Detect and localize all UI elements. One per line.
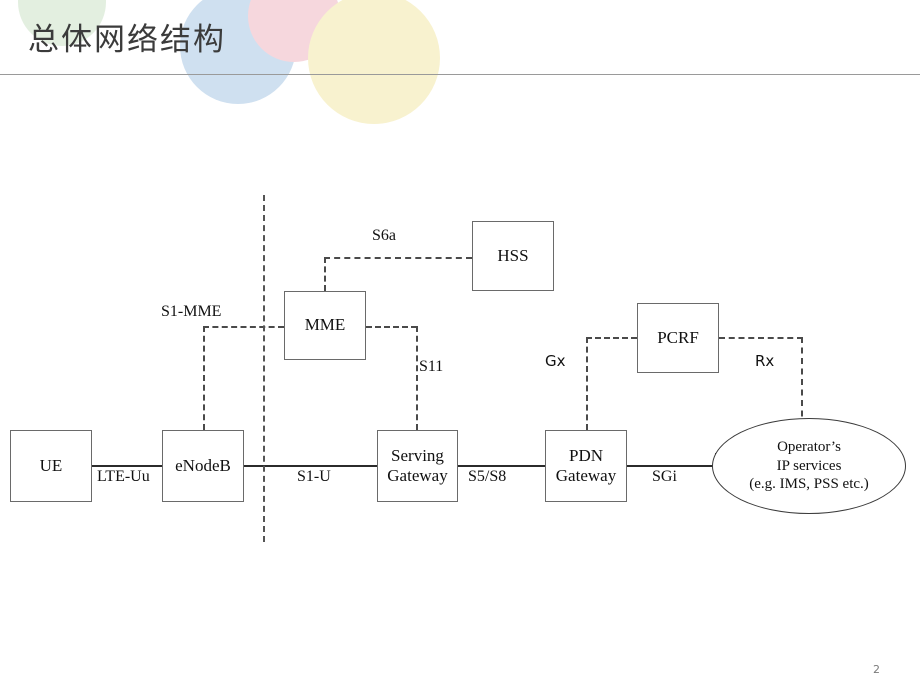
link-s6a-horizontal (324, 257, 472, 259)
node-pcrf[interactable]: PCRF (637, 303, 719, 373)
interface-label-gx: Gx (545, 352, 566, 370)
node-hss-label: HSS (497, 245, 529, 265)
link-gx-vertical (586, 337, 588, 430)
node-enodeb[interactable]: eNodeB (162, 430, 244, 502)
interface-label-s6a: S6a (372, 227, 396, 244)
node-pcrf-label: PCRF (657, 327, 699, 347)
interface-label-s1-mme: S1-MME (161, 303, 222, 320)
domain-separator (263, 195, 265, 542)
node-mme[interactable]: MME (284, 291, 366, 360)
node-operator-label-2: IP services (776, 457, 842, 474)
interface-label-sgi: SGi (652, 468, 677, 485)
interface-label-s5-s8: S5/S8 (468, 468, 507, 485)
node-operator-ip-services[interactable]: Operator’s IP services (e.g. IMS, PSS et… (712, 418, 906, 514)
node-operator-label-3: (e.g. IMS, PSS etc.) (749, 476, 869, 493)
network-architecture-diagram: UE eNodeB Serving Gateway PDN Gateway MM… (0, 0, 920, 690)
link-s6a-vertical (324, 257, 326, 291)
node-pdn-gateway[interactable]: PDN Gateway (545, 430, 627, 502)
link-s1mme-horizontal (203, 326, 284, 328)
node-mme-label: MME (304, 315, 346, 335)
node-ue-label: UE (39, 455, 63, 475)
interface-label-s1-u: S1-U (297, 468, 331, 485)
node-serving-gateway-label-1: Serving (391, 445, 444, 465)
interface-label-lte-uu: LTE-Uu (97, 468, 150, 485)
node-pdn-gateway-label-2: Gateway (555, 466, 617, 485)
link-s1mme-vertical (203, 326, 205, 430)
link-pgw-operator (627, 465, 717, 467)
link-rx-horizontal (719, 337, 803, 339)
node-operator-label-1: Operator’s (777, 438, 841, 455)
page-number: 2 (873, 663, 880, 676)
node-pdn-gateway-label-1: PDN (568, 445, 603, 465)
link-rx-vertical (801, 337, 803, 427)
link-ue-enodeb (92, 465, 162, 467)
interface-label-rx: Rx (755, 352, 775, 370)
link-s11-vertical (416, 326, 418, 430)
link-gx-horizontal (586, 337, 637, 339)
node-serving-gateway-label-2: Gateway (387, 466, 448, 485)
link-s11-horizontal (366, 326, 417, 328)
node-ue[interactable]: UE (10, 430, 92, 502)
node-serving-gateway[interactable]: Serving Gateway (377, 430, 458, 502)
link-sgw-pgw (458, 465, 545, 467)
node-hss[interactable]: HSS (472, 221, 554, 291)
node-enodeb-label: eNodeB (175, 455, 231, 475)
interface-label-s11: S11 (419, 358, 444, 375)
